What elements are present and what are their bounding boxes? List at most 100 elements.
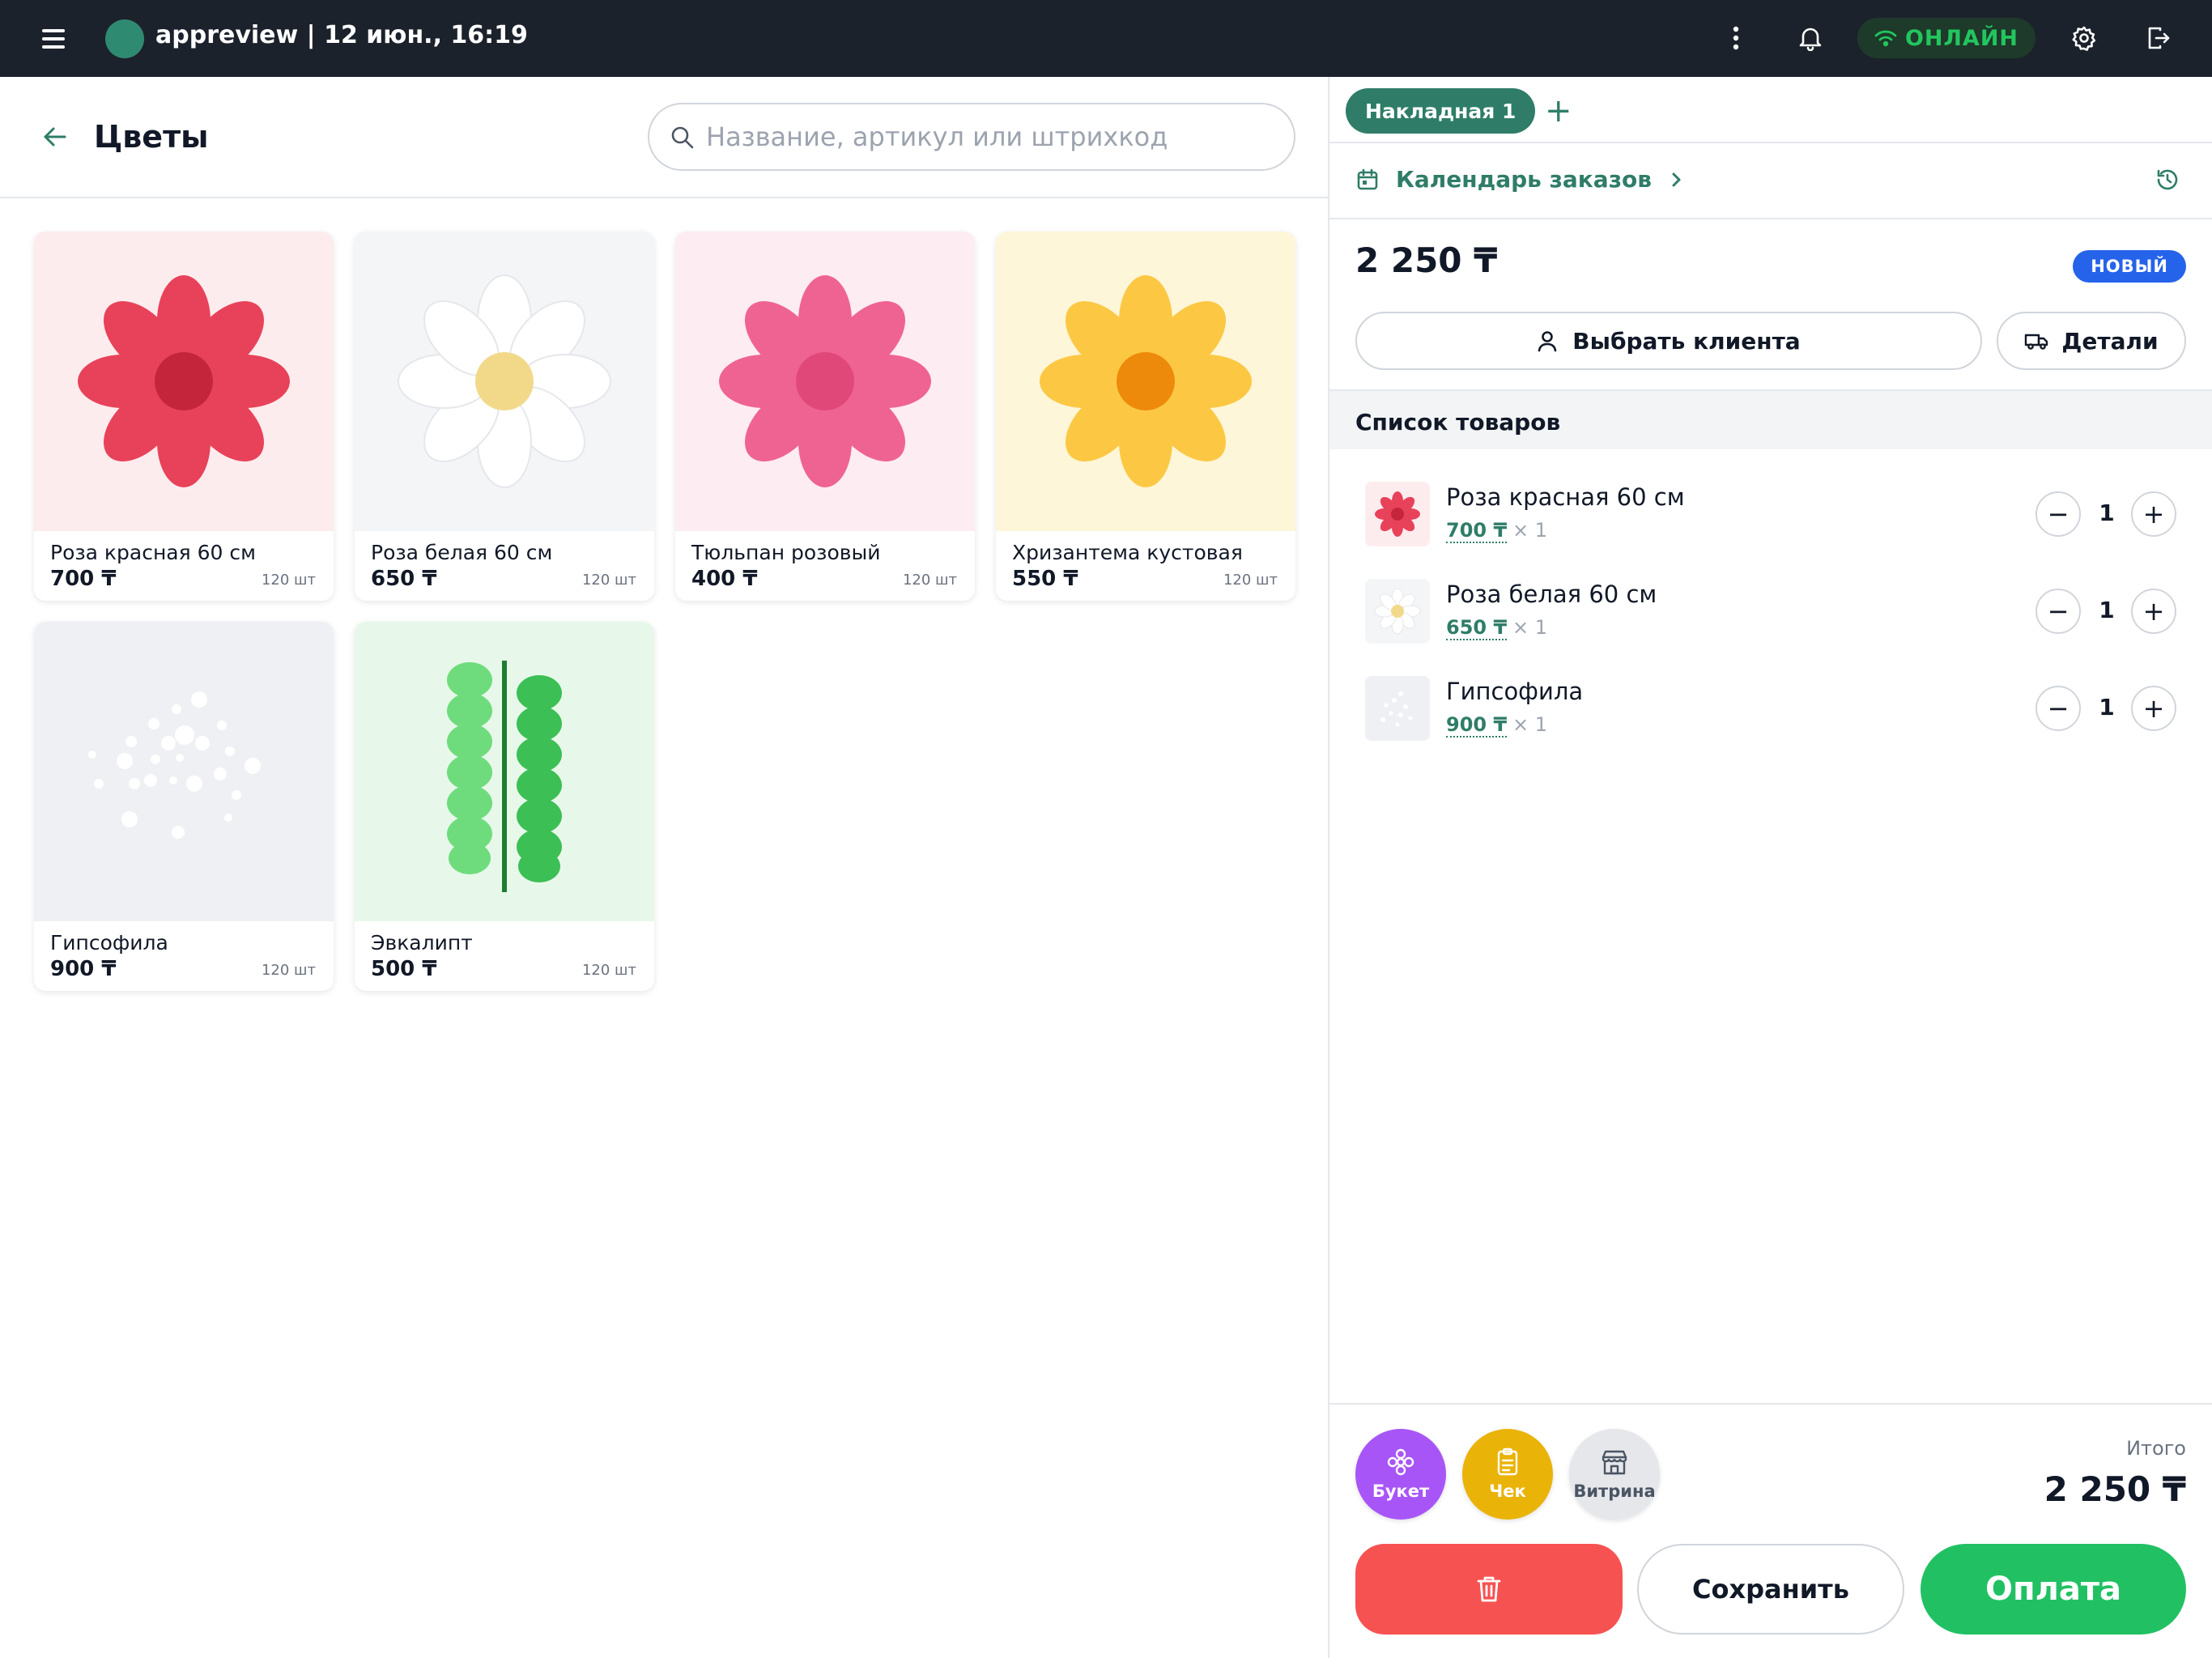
product-stock: 120 шт xyxy=(902,572,957,589)
increase-qty-button[interactable]: + xyxy=(2131,491,2176,537)
item-name: Роза красная 60 см xyxy=(1446,483,1685,511)
details-label: Детали xyxy=(2061,327,2159,355)
items-list-header: Список товаров xyxy=(1329,389,2212,449)
receipt-label: Чек xyxy=(1489,1482,1526,1501)
product-card[interactable]: Роза красная 60 см 700 ₸ 120 шт xyxy=(34,232,334,601)
catalog-header: Цветы xyxy=(0,77,1328,198)
page-title: Цветы xyxy=(94,119,209,155)
calendar-row: Календарь заказов xyxy=(1329,143,2212,219)
product-image xyxy=(996,232,1295,531)
flower-icon xyxy=(719,275,931,487)
decrease-qty-button[interactable]: − xyxy=(2035,686,2081,731)
gypsophila-icon xyxy=(88,691,261,839)
product-stock: 120 шт xyxy=(261,962,316,979)
product-name: Роза белая 60 см xyxy=(371,541,553,564)
product-card[interactable]: Гипсофила 900 ₸ 120 шт xyxy=(34,622,334,991)
list-item: Роза белая 60 см 650 ₸ × 1 − 1 + xyxy=(1329,563,2212,660)
search-input[interactable] xyxy=(706,121,1273,152)
truck-icon xyxy=(2025,334,2048,350)
product-image xyxy=(675,232,975,531)
product-card[interactable]: Роза белая 60 см 650 ₸ 120 шт xyxy=(355,232,654,601)
product-name: Тюльпан розовый xyxy=(691,541,881,564)
save-button[interactable]: Сохранить xyxy=(1637,1544,1904,1635)
order-footer: Букет Чек Витрина Итого 2 250 ₸ Сохранит… xyxy=(1329,1403,2212,1658)
product-name: Гипсофила xyxy=(50,931,168,954)
logout-icon[interactable] xyxy=(2142,22,2175,54)
order-panel: Накладная 1 + Календарь заказов 2 250 ₸ … xyxy=(1329,77,2212,1658)
history-icon[interactable] xyxy=(2155,168,2180,195)
product-card[interactable]: Хризантема кустовая 550 ₸ 120 шт xyxy=(996,232,1295,601)
item-price[interactable]: 700 ₸ xyxy=(1446,519,1508,543)
menu-icon[interactable] xyxy=(39,28,68,50)
select-client-button[interactable]: Выбрать клиента xyxy=(1355,312,1982,370)
invoice-tabs: Накладная 1 + xyxy=(1329,77,2212,143)
increase-qty-button[interactable]: + xyxy=(2131,686,2176,731)
flower-icon xyxy=(1040,275,1252,487)
product-stock: 120 шт xyxy=(581,962,636,979)
item-thumbnail xyxy=(1365,579,1430,644)
user-icon xyxy=(1538,331,1557,352)
decrease-qty-button[interactable]: − xyxy=(2035,589,2081,634)
calendar-link[interactable]: Календарь заказов xyxy=(1355,166,1684,193)
calendar-icon xyxy=(1357,168,1378,189)
item-multiplier: × 1 xyxy=(1512,616,1548,639)
product-image xyxy=(34,622,334,921)
showcase-button[interactable]: Витрина xyxy=(1569,1429,1660,1520)
product-price: 550 ₸ xyxy=(1012,567,1078,591)
gear-icon[interactable] xyxy=(2068,22,2100,54)
product-price: 400 ₸ xyxy=(691,567,758,591)
list-item: Гипсофила 900 ₸ × 1 − 1 + xyxy=(1329,660,2212,757)
product-stock: 120 шт xyxy=(581,572,636,589)
wifi-icon xyxy=(1874,30,1897,47)
delete-button[interactable] xyxy=(1355,1544,1623,1635)
online-status: ОНЛАЙН xyxy=(1857,18,2035,58)
app-title: appreview | 12 июн., 16:19 xyxy=(155,21,528,49)
item-price[interactable]: 900 ₸ xyxy=(1446,713,1508,738)
showcase-label: Витрина xyxy=(1573,1482,1656,1501)
add-tab-icon[interactable]: + xyxy=(1545,95,1572,127)
item-qty: 1 xyxy=(2099,694,2115,721)
item-thumbnail xyxy=(1365,482,1430,546)
product-name: Роза красная 60 см xyxy=(50,541,256,564)
search-icon xyxy=(671,126,694,149)
product-card[interactable]: Эвкалипт 500 ₸ 120 шт xyxy=(355,622,654,991)
items-list-title: Список товаров xyxy=(1355,409,1561,436)
item-name: Гипсофила xyxy=(1446,678,1584,705)
status-badge: НОВЫЙ xyxy=(2073,250,2186,283)
bouquet-button[interactable]: Букет xyxy=(1355,1429,1446,1520)
item-multiplier: × 1 xyxy=(1512,519,1548,542)
bouquet-label: Букет xyxy=(1372,1482,1430,1501)
product-stock: 120 шт xyxy=(1223,572,1278,589)
order-total: 2 250 ₸ xyxy=(1355,240,1498,280)
bell-icon[interactable] xyxy=(1794,22,1827,54)
list-item: Роза красная 60 см 700 ₸ × 1 − 1 + xyxy=(1329,466,2212,563)
details-button[interactable]: Детали xyxy=(1997,312,2186,370)
back-arrow-icon[interactable] xyxy=(40,122,70,151)
calendar-label: Календарь заказов xyxy=(1396,166,1652,193)
tab-invoice-1[interactable]: Накладная 1 xyxy=(1346,88,1536,134)
select-client-label: Выбрать клиента xyxy=(1572,327,1801,355)
product-price: 700 ₸ xyxy=(50,567,117,591)
item-qty: 1 xyxy=(2099,500,2115,526)
more-vertical-icon[interactable] xyxy=(1720,22,1752,54)
chevron-right-icon xyxy=(1672,172,1681,186)
product-price: 500 ₸ xyxy=(371,957,437,981)
product-image xyxy=(355,622,654,921)
product-image xyxy=(355,232,654,531)
itogo-value: 2 250 ₸ xyxy=(2044,1469,2186,1509)
item-multiplier: × 1 xyxy=(1512,713,1548,736)
store-icon xyxy=(1602,1450,1627,1475)
receipt-button[interactable]: Чек xyxy=(1462,1429,1553,1520)
app-logo xyxy=(105,19,144,58)
product-card[interactable]: Тюльпан розовый 400 ₸ 120 шт xyxy=(675,232,975,601)
decrease-qty-button[interactable]: − xyxy=(2035,491,2081,537)
eucalyptus-icon xyxy=(447,661,562,892)
product-name: Хризантема кустовая xyxy=(1012,541,1243,564)
product-stock: 120 шт xyxy=(261,572,316,589)
flower-icon xyxy=(1387,1448,1414,1476)
item-qty: 1 xyxy=(2099,597,2115,623)
increase-qty-button[interactable]: + xyxy=(2131,589,2176,634)
pay-button[interactable]: Оплата xyxy=(1921,1544,2186,1635)
item-price[interactable]: 650 ₸ xyxy=(1446,616,1508,640)
trash-icon xyxy=(1477,1576,1501,1602)
